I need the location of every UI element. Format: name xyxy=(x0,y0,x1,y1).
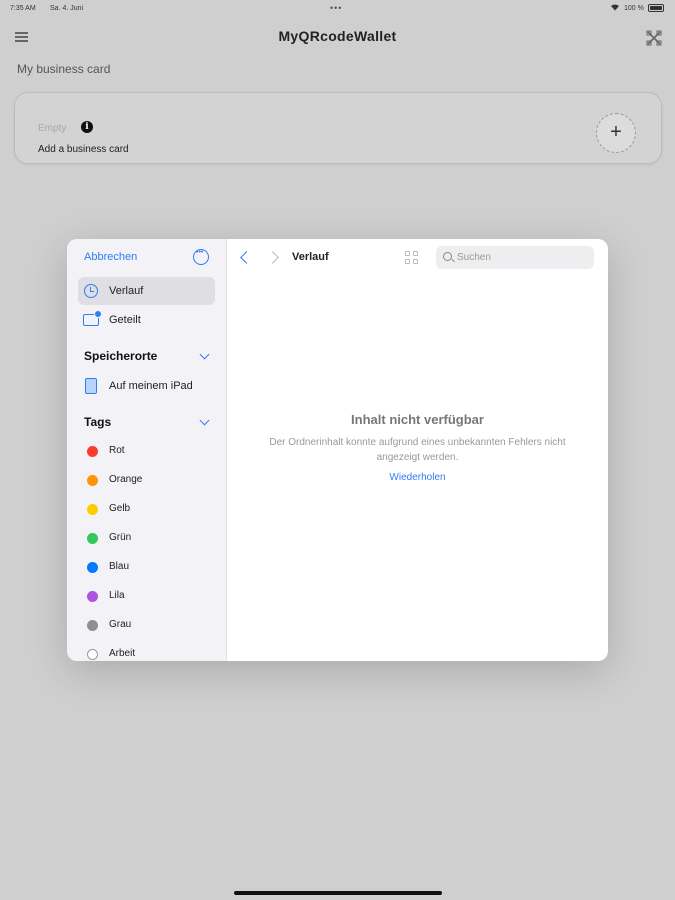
tag-label: Gelb xyxy=(109,503,131,514)
sidebar-item-geteilt[interactable]: Geteilt xyxy=(78,306,215,334)
add-business-card-label: Add a business card xyxy=(38,144,129,155)
tag-item[interactable]: Gelb xyxy=(78,496,215,522)
tag-item[interactable]: Grün xyxy=(78,525,215,551)
clock-icon xyxy=(84,284,98,298)
picker-sidebar: Abbrechen Verlauf Geteilt Speicherorte A… xyxy=(67,239,227,661)
multitasking-dots[interactable]: ••• xyxy=(330,3,342,13)
sidebar-item-label: Auf meinem iPad xyxy=(109,380,193,392)
tag-item[interactable]: Blau xyxy=(78,554,215,580)
ipad-icon xyxy=(85,378,97,394)
tag-label: Orange xyxy=(109,474,143,485)
tag-label: Arbeit xyxy=(109,648,136,659)
forward-icon[interactable] xyxy=(266,251,279,264)
back-icon[interactable] xyxy=(240,251,253,264)
empty-label: Empty xyxy=(38,123,67,134)
document-picker-dialog: Abbrechen Verlauf Geteilt Speicherorte A… xyxy=(67,239,608,661)
tag-color-dot xyxy=(87,591,98,602)
wifi-icon xyxy=(611,4,619,11)
tag-color-dot xyxy=(87,649,98,660)
add-business-card-button[interactable]: + xyxy=(596,113,636,153)
tag-item[interactable]: Rot xyxy=(78,438,215,464)
tag-color-dot xyxy=(87,562,98,573)
info-icon[interactable]: i xyxy=(81,121,93,133)
tag-label: Blau xyxy=(109,561,130,572)
tag-label: Grau xyxy=(109,619,132,630)
tag-label: Lila xyxy=(109,590,125,601)
business-card[interactable]: Empty i Add a business card + xyxy=(14,92,662,164)
tag-color-dot xyxy=(87,620,98,631)
app-bar: MyQRcodeWallet xyxy=(0,22,675,52)
close-icon[interactable] xyxy=(646,30,662,46)
chevron-down-icon[interactable] xyxy=(199,415,210,426)
shared-folder-icon xyxy=(83,310,102,326)
empty-state-description: Der Ordnerinhalt konnte aufgrund eines u… xyxy=(269,437,566,463)
sidebar-item-on-my-ipad[interactable]: Auf meinem iPad xyxy=(78,372,215,400)
empty-state-title: Inhalt nicht verfügbar xyxy=(351,412,484,427)
more-options-icon[interactable] xyxy=(193,249,209,265)
battery-icon xyxy=(648,4,664,12)
locations-header[interactable]: Speicherorte xyxy=(84,349,157,363)
status-date: Sa. 4. Juni xyxy=(50,5,84,12)
tag-label: Rot xyxy=(109,445,125,456)
tag-item[interactable]: Arbeit xyxy=(78,641,215,661)
grid-view-icon[interactable] xyxy=(405,251,419,265)
picker-content: Verlauf Suchen Inhalt nicht verfügbar De… xyxy=(227,239,608,661)
tag-color-dot xyxy=(87,504,98,515)
tag-label: Grün xyxy=(109,532,132,543)
location-title: Verlauf xyxy=(292,251,329,263)
tag-item[interactable]: Grau xyxy=(78,612,215,638)
tag-color-dot xyxy=(87,475,98,486)
battery-percent: 100 % xyxy=(624,5,644,12)
app-title: MyQRcodeWallet xyxy=(278,28,397,44)
tag-color-dot xyxy=(87,446,98,457)
sidebar-item-label: Verlauf xyxy=(109,285,144,297)
search-input[interactable]: Suchen xyxy=(436,246,594,269)
chevron-down-icon[interactable] xyxy=(199,349,210,360)
tag-color-dot xyxy=(87,533,98,544)
status-time: 7:35 AM xyxy=(10,5,36,12)
sidebar-item-verlauf[interactable]: Verlauf xyxy=(78,277,215,305)
search-placeholder: Suchen xyxy=(457,252,491,263)
sidebar-item-label: Geteilt xyxy=(109,314,141,326)
retry-button[interactable]: Wiederholen xyxy=(227,472,608,483)
cancel-button[interactable]: Abbrechen xyxy=(84,251,137,263)
tags-header[interactable]: Tags xyxy=(84,415,111,429)
tag-item[interactable]: Orange xyxy=(78,467,215,493)
status-bar: 7:35 AM Sa. 4. Juni ••• 100 % xyxy=(0,0,675,18)
home-indicator[interactable] xyxy=(234,891,442,895)
search-icon xyxy=(443,252,452,261)
section-label: My business card xyxy=(17,62,111,76)
tag-item[interactable]: Lila xyxy=(78,583,215,609)
